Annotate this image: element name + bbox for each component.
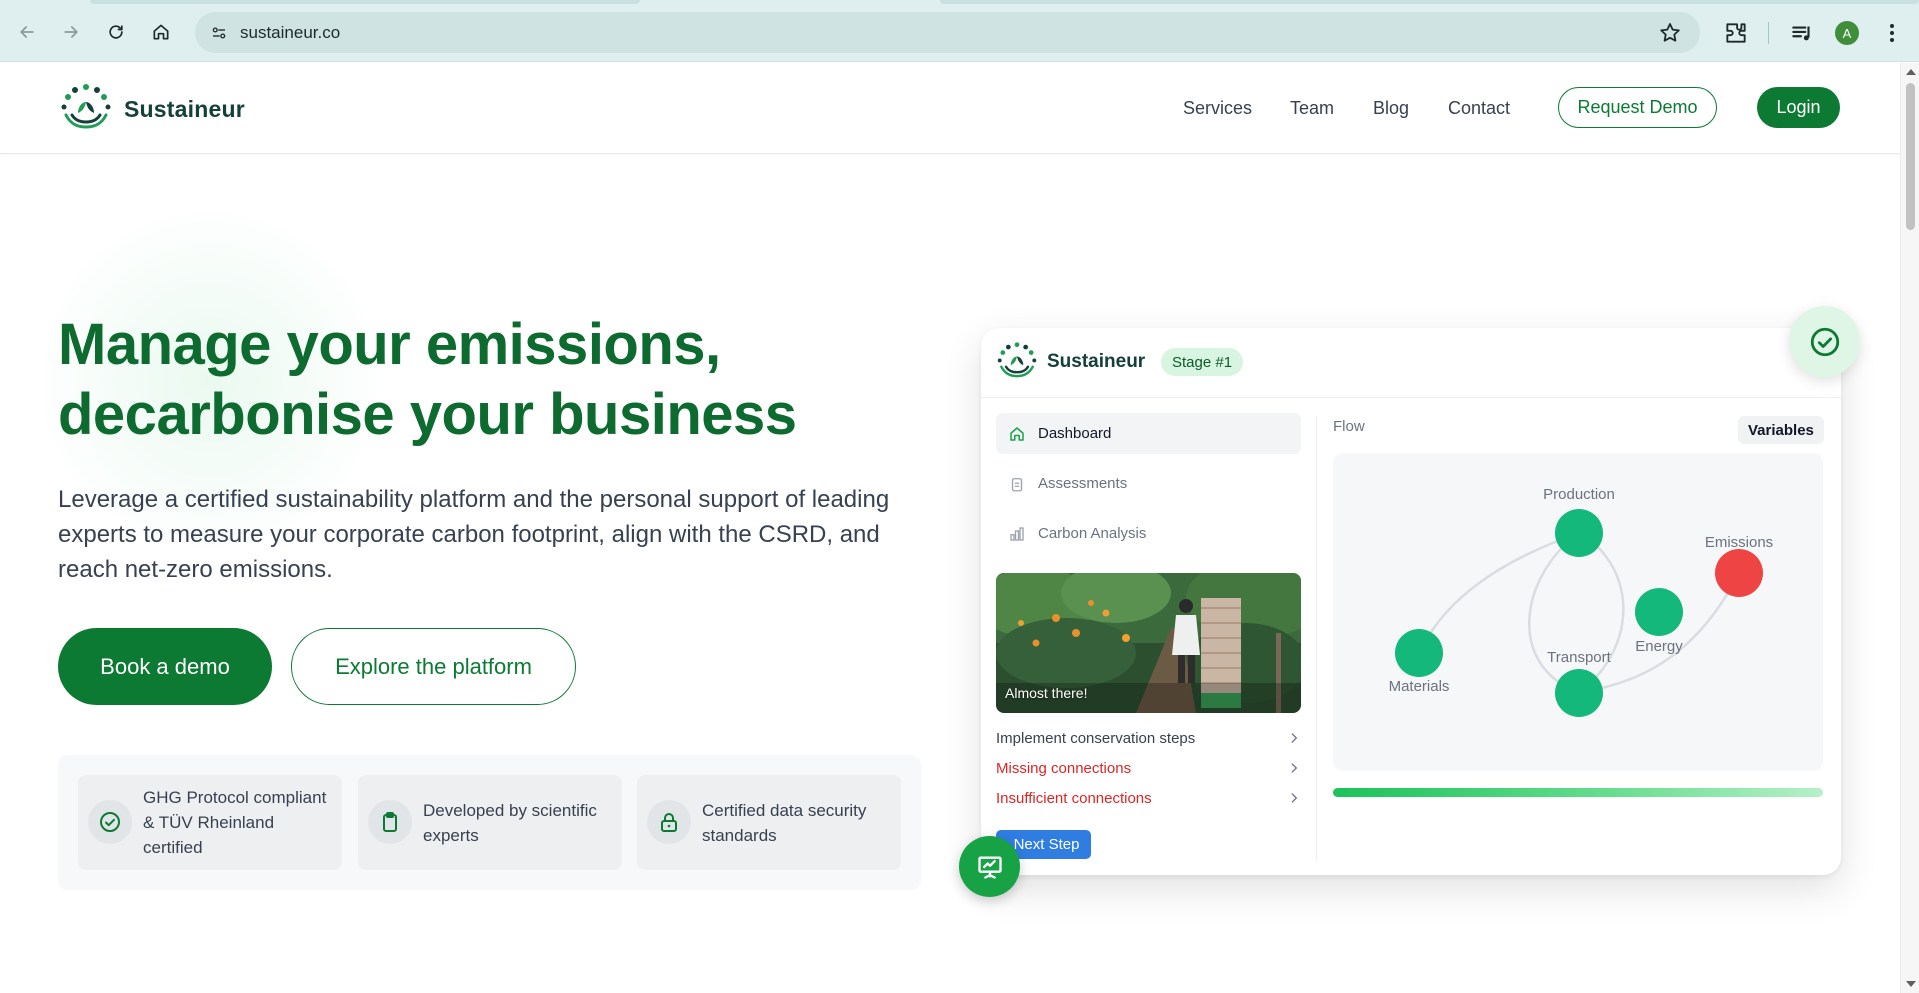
flow-diagram: Production Emissions Energy Transport Ma… [1333, 453, 1823, 771]
home-icon [153, 24, 169, 40]
sustaineur-logo-icon [61, 84, 111, 129]
profile-avatar[interactable]: A [1835, 21, 1859, 45]
home-button[interactable] [146, 17, 176, 47]
bar-chart-icon [1010, 526, 1024, 541]
arrow-right-icon [64, 26, 78, 38]
node-energy[interactable] [1635, 588, 1683, 636]
url-text[interactable]: sustaineur.co [240, 23, 340, 43]
flow-label: Flow [1333, 418, 1365, 435]
page-scrollbar[interactable] [1900, 63, 1919, 993]
node-production[interactable] [1555, 509, 1603, 557]
scroll-up-arrow[interactable] [1906, 69, 1916, 75]
node-label-energy: Energy [1635, 638, 1683, 655]
lock-icon [647, 800, 691, 844]
preview-header: Sustaineur Stage #1 [981, 328, 1841, 398]
hero-title-line-2: decarbonise your business [58, 382, 797, 447]
explore-platform-button[interactable]: Explore the platform [291, 628, 576, 705]
check-circle-icon [88, 800, 132, 844]
stage-badge: Stage #1 [1161, 348, 1244, 376]
clipboard-icon [1011, 477, 1023, 491]
tab-strip-edge [940, 0, 1919, 4]
address-bar[interactable]: sustaineur.co [195, 12, 1700, 53]
browser-toolbar: sustaineur.co A [0, 0, 1919, 62]
trust-badges: GHG Protocol compliant & TÜV Rheinland c… [58, 755, 921, 890]
badge-text: Certified data security standards [702, 801, 867, 845]
dashboard-preview: Sustaineur Stage #1 Dashboard Assessment… [981, 328, 1841, 875]
book-demo-button[interactable]: Book a demo [58, 628, 272, 705]
badge-text: Developed by scientific experts [423, 801, 597, 845]
badge-security: Certified data security standards [637, 775, 901, 870]
chevron-right-icon [1291, 763, 1297, 773]
success-badge [1789, 306, 1860, 377]
sidebar-item-dashboard[interactable]: Dashboard [996, 413, 1301, 454]
chevron-right-icon [1291, 793, 1297, 803]
progress-bar [1333, 788, 1823, 797]
media-queue-icon[interactable] [1789, 20, 1815, 46]
tab-strip-edge [90, 0, 640, 4]
scroll-down-arrow[interactable] [1906, 981, 1916, 987]
scroll-thumb[interactable] [1906, 83, 1915, 230]
orchard-photo: Almost there! [996, 573, 1301, 713]
reload-icon [109, 25, 123, 39]
variables-button[interactable]: Variables [1738, 416, 1824, 444]
bookmark-star-icon[interactable] [1658, 21, 1682, 45]
reload-button[interactable] [101, 17, 131, 47]
toolbar-divider [1768, 22, 1769, 44]
nav-services[interactable]: Services [1183, 98, 1252, 119]
node-transport[interactable] [1555, 669, 1603, 717]
node-materials[interactable] [1395, 629, 1443, 677]
forward-button[interactable] [56, 17, 86, 47]
sidebar-item-label: Assessments [1038, 475, 1128, 492]
brand-name: Sustaineur [124, 95, 245, 122]
node-label-production: Production [1543, 486, 1615, 503]
login-button[interactable]: Login [1757, 87, 1840, 128]
hero-title-line-1: Manage your emissions, [58, 312, 721, 377]
step-insufficient-connections[interactable]: Insufficient connections [996, 786, 1301, 810]
nav-team[interactable]: Team [1290, 98, 1334, 119]
badge-scientific: Developed by scientific experts [358, 775, 622, 870]
badge-text: GHG Protocol compliant & TÜV Rheinland c… [143, 788, 327, 857]
badge-ghg-certified: GHG Protocol compliant & TÜV Rheinland c… [78, 775, 342, 870]
brand-logo-link[interactable]: Sustaineur [58, 83, 245, 135]
step-conservation[interactable]: Implement conservation steps [996, 726, 1301, 750]
sidebar-item-label: Dashboard [1038, 425, 1112, 442]
presentation-chart-icon [977, 856, 1002, 879]
preview-brand: Sustaineur [995, 341, 1145, 383]
photo-caption: Almost there! [1005, 685, 1088, 701]
tune-icon [212, 27, 226, 39]
sidebar-item-assessments[interactable]: Assessments [996, 463, 1301, 504]
back-button[interactable] [12, 17, 42, 47]
preview-brand-name: Sustaineur [1047, 351, 1146, 372]
step-label: Insufficient connections [996, 789, 1152, 807]
nav-contact[interactable]: Contact [1448, 98, 1510, 119]
sidebar-item-label: Carbon Analysis [1038, 525, 1147, 542]
arrow-left-icon [20, 26, 34, 38]
request-demo-button[interactable]: Request Demo [1558, 87, 1717, 128]
site-header: Sustaineur Services Team Blog Contact Re… [0, 63, 1900, 154]
step-missing-connections[interactable]: Missing connections [996, 756, 1301, 780]
node-label-materials: Materials [1388, 678, 1450, 695]
check-circle-icon [1810, 327, 1839, 356]
hero-title: Manage your emissions, decarbonise your … [58, 310, 918, 450]
step-label: Missing connections [996, 759, 1132, 777]
nav-blog[interactable]: Blog [1373, 98, 1409, 119]
kebab-menu-icon[interactable] [1882, 20, 1902, 46]
site-info-button[interactable] [205, 19, 233, 47]
node-label-transport: Transport [1547, 649, 1611, 666]
node-label-emissions: Emissions [1704, 534, 1774, 551]
hero-subtitle: Leverage a certified sustainability plat… [58, 486, 890, 583]
step-label: Implement conservation steps [996, 729, 1196, 747]
sidebar-item-carbon-analysis[interactable]: Carbon Analysis [996, 513, 1301, 554]
chevron-right-icon [1291, 733, 1297, 743]
home-icon [1010, 426, 1024, 441]
sustaineur-logo-icon [997, 342, 1037, 378]
node-emissions[interactable] [1715, 549, 1763, 597]
clipboard-icon [368, 800, 412, 844]
extensions-puzzle-icon[interactable] [1723, 20, 1749, 46]
presentation-fab[interactable] [959, 836, 1020, 897]
panel-divider [1316, 416, 1317, 861]
